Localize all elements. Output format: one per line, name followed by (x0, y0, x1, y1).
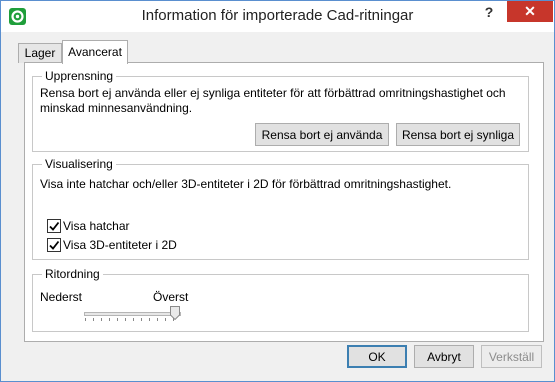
remove-unused-button[interactable]: Rensa bort ej använda (255, 123, 389, 146)
cleanup-group-title: Upprensning (42, 69, 117, 83)
slider-tick (165, 318, 166, 321)
show-3d-label[interactable]: Visa 3D-entiteter i 2D (63, 238, 177, 253)
title-bar: Information för importerade Cad-ritninga… (1, 1, 554, 32)
slider-tick (85, 318, 86, 321)
ok-button[interactable]: OK (347, 345, 407, 368)
remove-invisible-button[interactable]: Rensa bort ej synliga (396, 123, 520, 146)
visualization-group: Visualisering Visa inte hatchar och/elle… (32, 157, 529, 260)
window-title: Information för importerade Cad-ritninga… (141, 7, 414, 24)
slider-tick (109, 318, 110, 321)
show-3d-checkbox[interactable] (47, 238, 61, 252)
slider-tick (93, 318, 94, 321)
visualization-description: Visa inte hatchar och/eller 3D-entiteter… (40, 177, 452, 191)
slider-tick (101, 318, 102, 321)
checkmark-icon (49, 221, 60, 231)
slider-tick (133, 318, 134, 321)
tab-lager[interactable]: Lager (18, 43, 62, 63)
cleanup-group: Upprensning Rensa bort ej använda eller … (32, 69, 529, 152)
draw-order-slider-track[interactable] (84, 312, 181, 316)
apply-button[interactable]: Verkställ (481, 345, 542, 368)
draw-order-group-title: Ritordning (42, 267, 103, 281)
cleanup-description: Rensa bort ej använda eller ej synliga e… (40, 86, 506, 115)
cancel-button[interactable]: Avbryt (414, 345, 474, 368)
tab-avancerat[interactable]: Avancerat (62, 40, 128, 64)
dialog-window: Information för importerade Cad-ritninga… (0, 0, 555, 382)
help-button[interactable]: ? (479, 4, 499, 24)
draw-order-min-label: Nederst (40, 290, 83, 304)
slider-tick (125, 318, 126, 321)
slider-tick (157, 318, 158, 321)
draw-order-group: Ritordning (32, 267, 529, 332)
checkmark-icon (49, 240, 60, 250)
show-hatches-checkbox[interactable] (47, 219, 61, 233)
show-hatches-label[interactable]: Visa hatchar (63, 219, 130, 234)
close-button[interactable]: ✕ (507, 1, 553, 22)
slider-tick (117, 318, 118, 321)
slider-tick (141, 318, 142, 321)
slider-tick (149, 318, 150, 321)
visualization-group-title: Visualisering (42, 157, 116, 171)
draw-order-max-label: Överst (153, 290, 189, 304)
draw-order-slider-thumb[interactable] (170, 306, 180, 323)
